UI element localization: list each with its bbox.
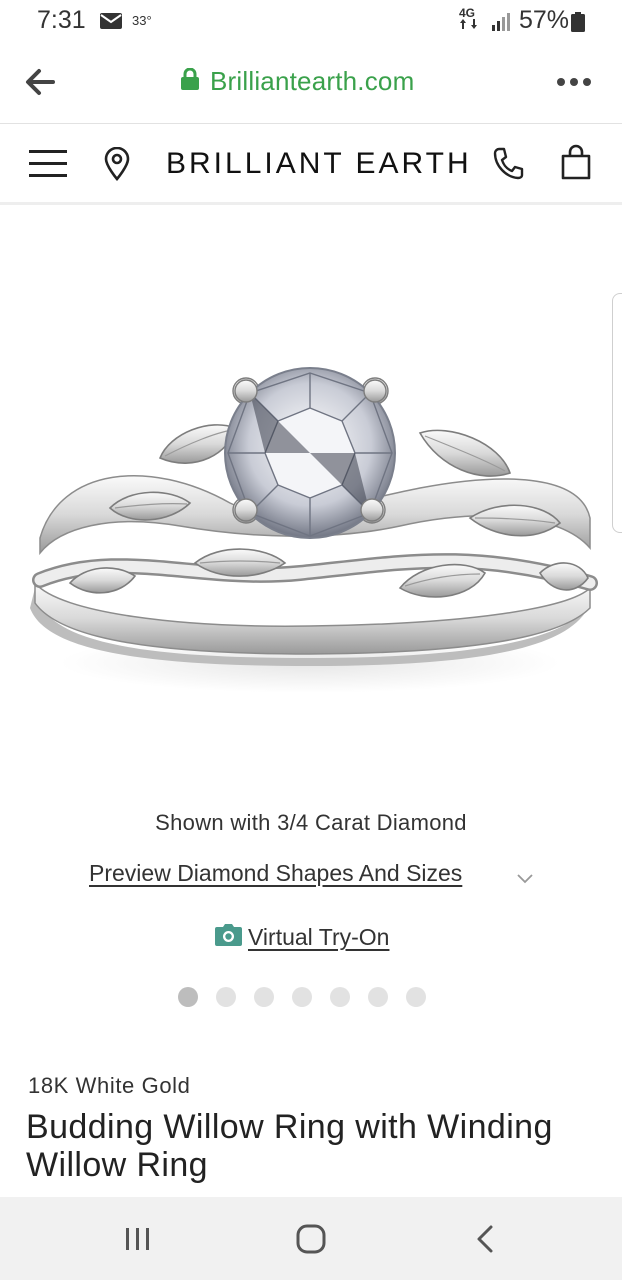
- location-pin-icon[interactable]: [103, 146, 131, 186]
- carousel-dot-1[interactable]: [178, 987, 198, 1007]
- back-arrow-icon[interactable]: [25, 68, 55, 101]
- data-arrows-icon: [460, 19, 477, 29]
- lock-icon: [180, 67, 200, 95]
- battery-percent: 57%: [519, 6, 570, 34]
- mail-icon: [100, 13, 122, 34]
- site-header: BRILLIANT EARTH: [0, 125, 622, 205]
- shopping-bag-icon[interactable]: [561, 144, 591, 185]
- home-icon[interactable]: [296, 1224, 326, 1259]
- carousel-dot-4[interactable]: [292, 987, 312, 1007]
- signal-icon: [492, 11, 512, 36]
- carousel-dot-5[interactable]: [330, 987, 350, 1007]
- carousel-dot-2[interactable]: [216, 987, 236, 1007]
- address-bar[interactable]: Brilliantearth.com: [180, 66, 414, 97]
- image-caption: Shown with 3/4 Carat Diamond: [155, 810, 467, 835]
- metal-type: 18K White Gold: [28, 1073, 191, 1098]
- recents-icon[interactable]: [124, 1227, 152, 1256]
- overflow-menu-icon[interactable]: [557, 78, 591, 86]
- virtual-try-on-link[interactable]: Virtual Try-On: [215, 924, 389, 951]
- virtual-try-on-label: Virtual Try-On: [248, 924, 390, 950]
- browser-toolbar: Brilliantearth.com: [0, 44, 622, 124]
- battery-icon: [571, 12, 585, 37]
- network-type: 4G: [459, 6, 476, 20]
- system-nav-bar: [0, 1197, 622, 1280]
- product-image[interactable]: [0, 208, 622, 788]
- temperature: 33°: [132, 13, 152, 28]
- product-title: Budding Willow Ring with Winding Willow …: [26, 1108, 553, 1184]
- url-text: Brilliantearth.com: [210, 66, 415, 96]
- chevron-down-icon[interactable]: [516, 872, 534, 890]
- carousel-dots: [178, 987, 426, 1007]
- back-icon[interactable]: [475, 1224, 495, 1259]
- camera-icon: [215, 924, 242, 951]
- carousel-dot-3[interactable]: [254, 987, 274, 1007]
- carousel-dot-7[interactable]: [406, 987, 426, 1007]
- status-time: 7:31: [37, 6, 86, 34]
- network-indicator: 4G: [459, 6, 481, 29]
- phone-icon[interactable]: [492, 146, 524, 185]
- status-bar: 7:31 33° 4G 57%: [0, 0, 622, 44]
- carousel-dot-6[interactable]: [368, 987, 388, 1007]
- brand-logo[interactable]: BRILLIANT EARTH: [166, 147, 472, 181]
- menu-icon[interactable]: [29, 150, 67, 178]
- side-panel-handle[interactable]: [612, 293, 622, 533]
- preview-diamond-shapes-link[interactable]: Preview Diamond Shapes And Sizes: [89, 860, 462, 887]
